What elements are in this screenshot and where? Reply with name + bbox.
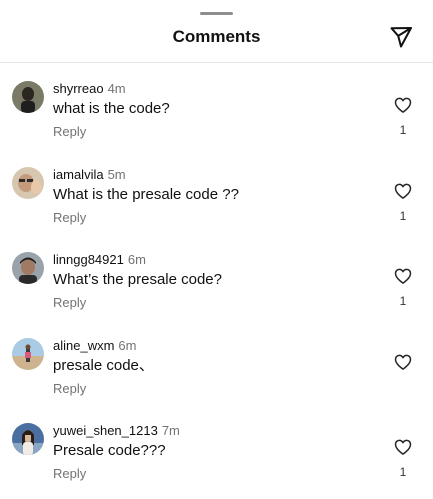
heart-icon[interactable] [393,181,413,201]
like-count: 1 [399,465,407,479]
reply-button[interactable]: Reply [53,466,86,482]
avatar[interactable] [12,166,44,199]
username[interactable]: linngg84921 [53,252,124,267]
username[interactable]: aline_wxm [53,338,114,353]
heart-icon[interactable] [393,352,413,372]
comments-header: Comments [0,20,433,56]
avatar[interactable] [12,252,44,284]
heart-icon[interactable] [393,95,413,115]
send-icon[interactable] [389,25,413,49]
comment-item: linngg84921 6m What’s the presale code? R… [0,234,433,320]
username[interactable]: shyrreao [53,81,104,96]
reply-button[interactable]: Reply [53,381,86,397]
comments-sheet: Comments shyrreao 4m what is the code? Re… [0,0,433,499]
avatar[interactable] [12,423,44,455]
avatar[interactable] [12,81,44,113]
reply-button[interactable]: Reply [53,210,86,226]
sheet-grabber-handle[interactable] [200,12,233,15]
username[interactable]: yuwei_shen_1213 [53,423,158,438]
comment-meta: linngg84921 6m [53,252,146,268]
like-count: 1 [399,294,407,308]
timestamp: 6m [127,252,146,267]
comment-meta: iamalvila 5m [53,167,126,183]
timestamp: 7m [161,423,180,438]
comments-list: shyrreao4m what is the code? Reply 1 ia [0,63,433,491]
comment-meta: shyrreao 4m [53,81,126,97]
reply-button[interactable]: Reply [53,295,86,311]
heart-icon[interactable] [393,437,413,457]
comment-text: what is the code? [53,100,170,117]
comment-meta: yuwei_shen_1213 7m [53,423,180,439]
comment-text: What is the presale code ?? [53,185,239,203]
heart-icon[interactable] [393,266,413,286]
comment-text: Presale code??? [53,442,166,459]
reply-button[interactable]: Reply [53,124,86,140]
like-count: 1 [399,123,407,137]
like-count: 1 [399,208,407,223]
username[interactable]: iamalvila [53,167,104,182]
comment-item: yuwei_shen_1213 7m Presale code??? Reply … [0,405,433,491]
comment-item: shyrreao 4m what is the code? Reply 1 [0,63,433,149]
page-title: Comments [172,27,261,46]
timestamp: 4m [107,81,126,96]
comment-text: What’s the presale code? [53,271,222,288]
comment-item: iamalvila 5m What is the presale code ?? … [0,149,433,235]
comment-text: presale code、 [53,356,154,374]
timestamp: 5m [107,166,126,182]
comment-meta: aline_wxm 6m [53,338,136,354]
timestamp: 6m [118,337,137,353]
comment-item: aline_wxm 6m presale code、 Reply [0,320,433,406]
avatar[interactable] [12,337,44,370]
